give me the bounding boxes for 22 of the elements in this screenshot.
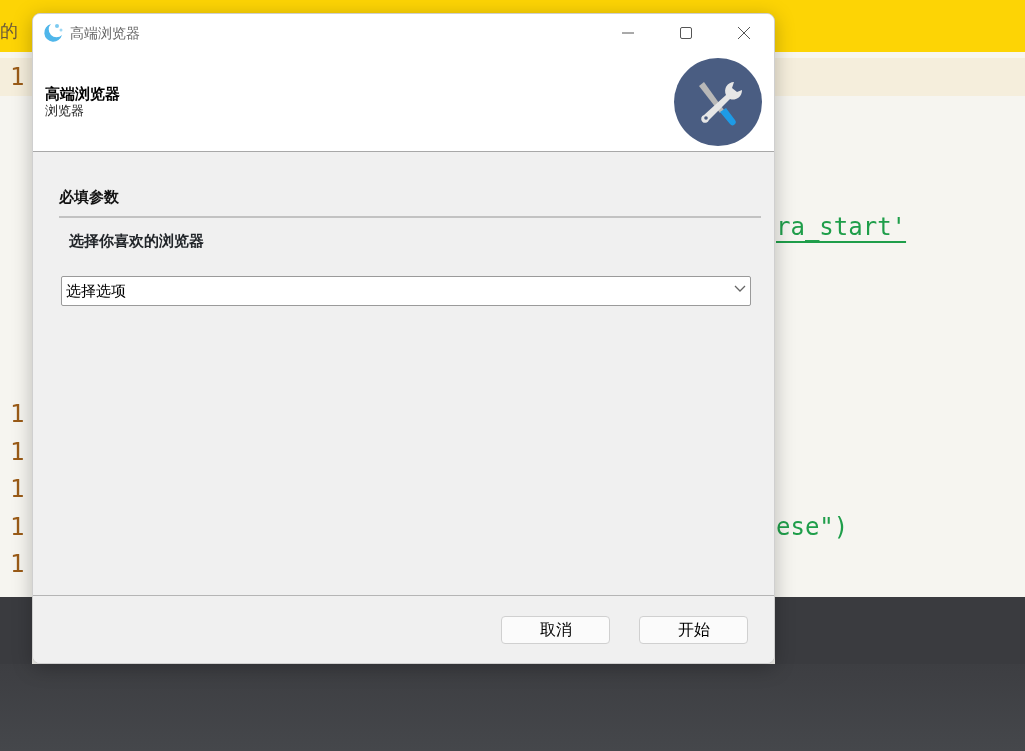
tools-icon — [674, 57, 762, 146]
code-text: ese") — [776, 511, 849, 543]
header-subtitle: 浏览器 — [45, 102, 85, 119]
line-number: 1 — [10, 400, 25, 429]
dialog-button[interactable]: 取消 — [501, 615, 610, 644]
select-field[interactable]: 选择选项 — [61, 276, 751, 306]
code-text: ra_start' — [776, 211, 907, 243]
app-logo-icon — [42, 22, 64, 44]
field-label: 选择你喜欢的浏览器 — [69, 230, 205, 251]
dialog-button[interactable]: 开始 — [639, 615, 748, 644]
maximize-icon — [679, 26, 693, 40]
line-number: 1 — [10, 512, 25, 541]
line-number: 1 — [10, 62, 25, 91]
header-title: 高端浏览器 — [45, 84, 120, 103]
window-title: 高端浏览器 — [70, 23, 140, 43]
close-icon — [737, 26, 751, 40]
background-text: 的 — [0, 20, 18, 43]
line-number: 1 — [10, 475, 25, 504]
chevron-down-icon — [733, 284, 747, 294]
line-number: 1 — [10, 550, 25, 579]
line-number: 1 — [10, 437, 25, 466]
section-title: 必填参数 — [59, 186, 761, 218]
